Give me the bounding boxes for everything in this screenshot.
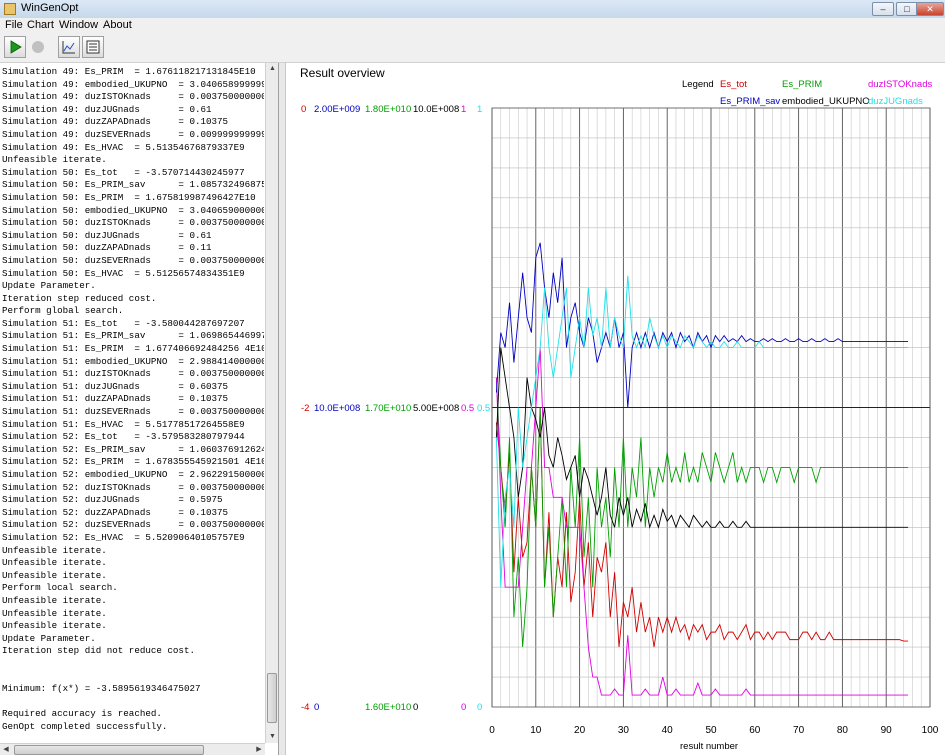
axis-bottom-es-prim-sav: 0 <box>314 702 320 713</box>
pane-splitter[interactable] <box>279 63 286 755</box>
axis-top-duzjug: 1 <box>477 104 483 115</box>
app-icon <box>4 3 16 15</box>
x-tick-label: 20 <box>574 725 586 736</box>
axis-mid-duzjug: 0.5 <box>477 403 491 414</box>
menu-file[interactable]: File <box>5 19 23 31</box>
stop-icon <box>32 41 44 53</box>
legend-es-prim: Es_PRIM <box>782 79 823 90</box>
chart-button[interactable] <box>58 36 80 58</box>
menu-window[interactable]: Window <box>59 19 98 31</box>
axis-mid-embodied: 5.00E+008 <box>413 403 460 414</box>
log-horizontal-scroll-thumb[interactable] <box>14 745 204 755</box>
x-tick-label: 10 <box>530 725 542 736</box>
window-title: WinGenOpt <box>21 2 79 14</box>
axis-top-duzistok: 1 <box>461 104 467 115</box>
run-button[interactable] <box>4 36 26 58</box>
legend-duzistoknads: duzISTOKnads <box>868 79 933 90</box>
log-text: Simulation 49: Es_PRIM = 1.6761182171318… <box>2 66 264 732</box>
axis-mid-es-tot: -2 <box>301 403 310 414</box>
axis-bottom-duzjug: 0 <box>477 702 483 713</box>
scroll-up-arrow-icon[interactable]: ▲ <box>266 63 278 75</box>
axis-bottom-es-tot: -4 <box>301 702 310 713</box>
x-tick-label: 40 <box>662 725 674 736</box>
axis-top-es-tot: 0 <box>301 104 307 115</box>
axis-top-es-prim: 1.80E+010 <box>365 104 412 115</box>
log-vertical-scroll-thumb[interactable] <box>267 673 277 723</box>
x-tick-label: 30 <box>618 725 630 736</box>
chart-title: Result overview <box>300 66 385 80</box>
close-button[interactable]: ✕ <box>916 2 944 16</box>
axis-top-embodied: 10.0E+008 <box>413 104 460 115</box>
axis-bottom-embodied: 0 <box>413 702 419 713</box>
legend-title: Legend <box>682 79 714 90</box>
legend-duzjugnads: duzJUGnads <box>868 96 923 107</box>
axis-bottom-duzistok: 0 <box>461 702 467 713</box>
toolbar <box>0 34 945 63</box>
x-tick-label: 70 <box>793 725 805 736</box>
legend-es-tot: Es_tot <box>720 79 747 90</box>
play-icon <box>10 40 22 54</box>
x-tick-label: 90 <box>881 725 893 736</box>
legend-embodied-ukupno: embodied_UKUPNO <box>782 96 870 107</box>
axis-top-es-prim-sav: 2.00E+009 <box>314 104 361 115</box>
scroll-down-arrow-icon[interactable]: ▼ <box>266 731 278 743</box>
x-tick-label: 60 <box>749 725 761 736</box>
menu-about[interactable]: About <box>103 19 132 31</box>
log-panel[interactable]: Simulation 49: Es_PRIM = 1.6761182171318… <box>0 63 279 755</box>
menu-bar: File Chart Window About <box>0 18 945 34</box>
log-icon <box>86 40 100 54</box>
x-tick-label: 80 <box>837 725 849 736</box>
axis-mid-duzistok: 0.5 <box>461 403 475 414</box>
axis-bottom-es-prim: 1.60E+010 <box>365 702 412 713</box>
maximize-button[interactable]: □ <box>896 2 918 16</box>
log-vertical-scrollbar[interactable]: ▲ ▼ <box>265 63 278 743</box>
x-tick-label: 0 <box>489 725 495 736</box>
menu-chart[interactable]: Chart <box>27 19 54 31</box>
log-horizontal-scrollbar[interactable]: ◀ ▶ <box>0 743 265 755</box>
axis-mid-es-prim-sav: 10.0E+008 <box>314 403 361 414</box>
axis-mid-es-prim: 1.70E+010 <box>365 403 412 414</box>
scroll-right-arrow-icon[interactable]: ▶ <box>253 744 265 755</box>
x-tick-label: 50 <box>705 725 717 736</box>
log-button[interactable] <box>82 36 104 58</box>
legend-es-prim-sav: Es_PRIM_sav <box>720 96 781 107</box>
x-axis-label: result number <box>680 741 739 752</box>
chart-panel: 0 10 20 30 40 50 60 70 80 90 100 Result overview L… <box>286 63 945 755</box>
chart-icon <box>62 41 75 54</box>
minimize-button[interactable]: – <box>872 2 894 16</box>
scroll-left-arrow-icon[interactable]: ◀ <box>0 744 12 755</box>
stop-button[interactable] <box>27 36 49 58</box>
title-bar: WinGenOpt – □ ✕ <box>0 0 945 19</box>
x-tick-label: 100 <box>922 725 939 736</box>
